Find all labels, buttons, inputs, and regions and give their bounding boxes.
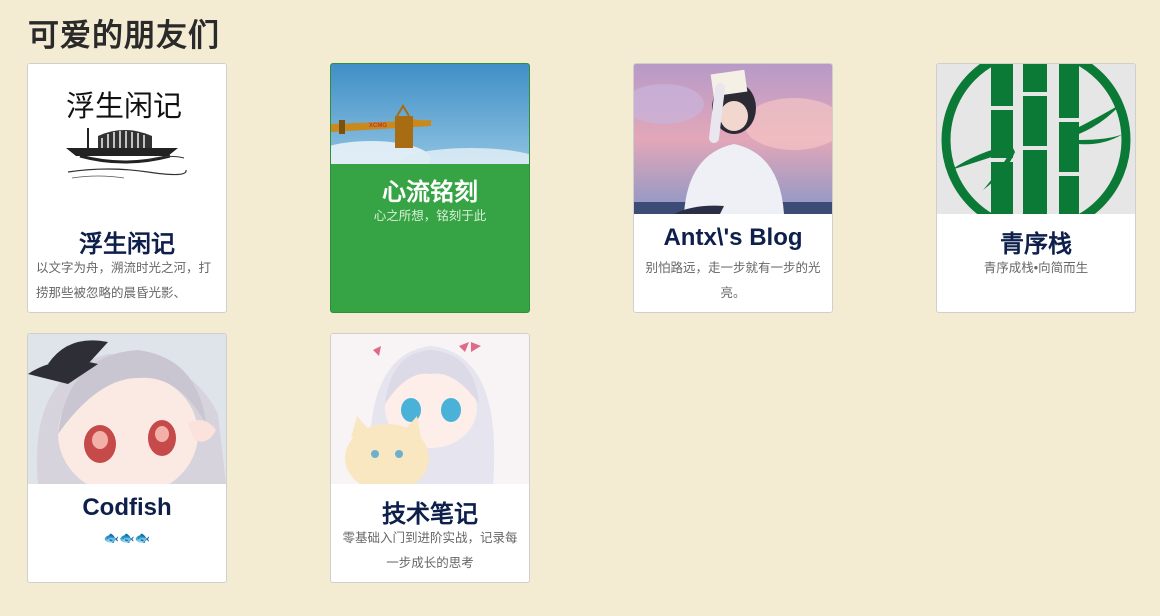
logo-text: 浮生闲记 <box>66 89 182 123</box>
boat-sketch-logo: 浮生闲记 <box>28 64 226 214</box>
friend-card-xinliumingke[interactable]: XCMG 心流铭刻 心之所想，铭刻于此 <box>330 63 530 313</box>
friend-desc: 青序成栈•向简而生 <box>983 261 1089 275</box>
friend-name[interactable]: Codfish <box>28 494 226 522</box>
friend-desc: 🐟🐟🐟 <box>103 531 151 545</box>
friend-desc: 别怕路远，走一步就有一步的光亮。 <box>645 261 821 300</box>
anime-girl-cat-avatar <box>331 334 529 484</box>
friend-desc: 心之所想，铭刻于此 <box>373 209 487 223</box>
friend-name[interactable]: 浮生闲记 <box>28 224 226 259</box>
friend-card-fushengxianji[interactable]: 浮生闲记 浮生闲记 以文字为舟，溯流时光之河，打捞那些被忽略的晨昏光影、 <box>27 63 227 313</box>
friend-desc: 零基础入门到进阶实战，记录每一步成长的思考 <box>342 531 518 570</box>
friend-name[interactable]: Antx\'s Blog <box>634 224 832 252</box>
bamboo-logo <box>937 64 1135 214</box>
friend-name[interactable]: 心流铭刻 <box>331 172 529 207</box>
friend-name[interactable]: 技术笔记 <box>331 494 529 529</box>
friend-card-qingxuzhan[interactable]: 青序栈 青序成栈•向简而生 <box>936 63 1136 313</box>
friend-desc: 以文字为舟，溯流时光之河，打捞那些被忽略的晨昏光影、 <box>36 261 212 300</box>
anime-boy-avatar <box>634 64 832 214</box>
friend-name[interactable]: 青序栈 <box>937 224 1135 259</box>
friend-card-antx-blog[interactable]: Antx\'s Blog 别怕路远，走一步就有一步的光亮。 <box>633 63 833 313</box>
svg-text:XCMG: XCMG <box>369 123 387 129</box>
anime-girl-avatar <box>28 334 226 484</box>
friend-card-jishubiji[interactable]: 技术笔记 零基础入门到进阶实战，记录每一步成长的思考 <box>330 333 530 583</box>
crane-sky-photo: XCMG <box>331 64 529 164</box>
page-title: 可爱的朋友们 <box>28 18 220 53</box>
friend-card-codfish[interactable]: Codfish 🐟🐟🐟 <box>27 333 227 583</box>
